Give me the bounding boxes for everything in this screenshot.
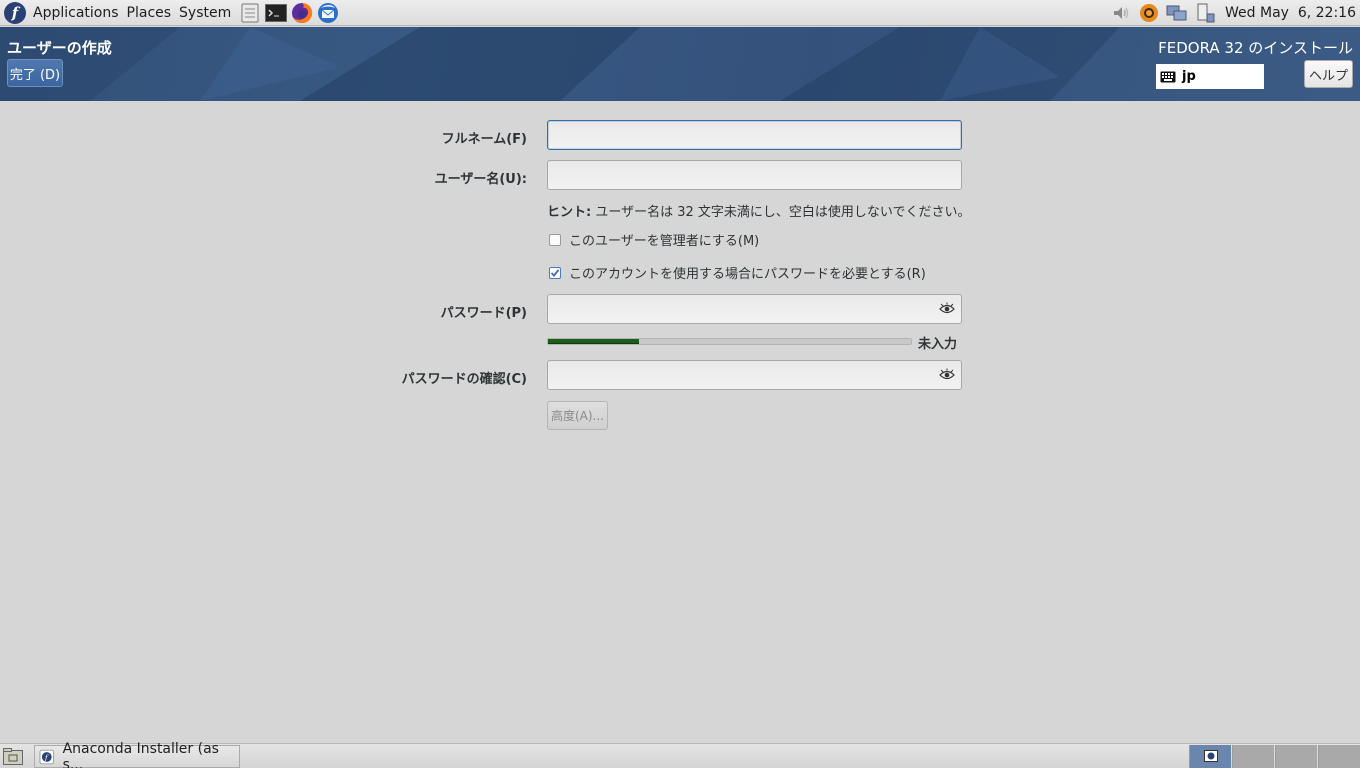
taskbar-anaconda-label: Anaconda Installer (as s... [62,740,219,768]
advanced-button[interactable]: 高度(A)... [547,401,608,430]
power-icon[interactable] [1194,2,1216,24]
checkmark-icon [550,268,560,277]
admin-checkbox[interactable] [549,233,561,246]
product-title: FEDORA 32 のインストール [1158,39,1353,57]
fullname-label: フルネーム(F) [441,132,527,147]
require-password-checkbox[interactable] [549,266,561,279]
keyboard-layout-label: jp [1182,69,1196,84]
username-field[interactable] [547,160,962,190]
password-strength-text: 未入力 [918,337,958,352]
password-label: パスワード(P) [440,306,527,321]
hint-prefix: ヒント: [547,205,592,220]
show-confirm-password-eye-icon[interactable] [939,368,955,382]
menu-places[interactable]: Places [123,0,176,26]
username-input[interactable] [548,161,961,189]
password-strength-fill [548,339,639,344]
workspace-window-icon [1204,750,1218,762]
fullname-field[interactable] [547,120,962,150]
password-field[interactable] [547,294,962,324]
fedora-logo-icon[interactable]: f [4,1,26,24]
help-button[interactable]: ヘルプ [1304,60,1353,88]
anaconda-icon: f [39,749,55,764]
update-notifier-icon[interactable] [1138,2,1160,24]
workspace-4[interactable] [1318,745,1360,768]
show-desktop-icon[interactable] [3,748,23,765]
require-password-checkbox-row[interactable]: このアカウントを使用する場合にパスワードを必要とする(R) [547,263,926,282]
terminal-icon[interactable] [265,2,288,24]
admin-checkbox-label[interactable]: このユーザーを管理者にする(M) [569,230,759,249]
password-input[interactable] [548,295,961,323]
taskbar-anaconda-installer[interactable]: f Anaconda Installer (as s... [34,741,240,768]
network-icon[interactable] [1166,2,1188,24]
admin-checkbox-row[interactable]: このユーザーを管理者にする(M) [547,230,759,249]
confirm-password-input[interactable] [548,361,961,389]
spoke-header: ユーザーの作成 完了 (D) FEDORA 32 のインストール jp ヘルプ [0,27,1360,101]
confirm-password-label: パスワードの確認(C) [401,372,527,387]
workspace-1[interactable] [1189,745,1231,768]
done-button[interactable]: 完了 (D) [7,59,63,87]
system-tray: Wed May 6, 22:16 [1107,0,1360,26]
keyboard-layout-indicator[interactable]: jp [1156,64,1264,89]
confirm-password-field[interactable] [547,360,962,390]
file-manager-icon[interactable] [239,2,261,24]
username-label: ユーザー名(U): [434,172,527,187]
workspace-3[interactable] [1275,745,1317,768]
thunderbird-icon[interactable] [317,2,339,24]
firefox-icon[interactable] [291,2,313,24]
username-hint: ヒント: ユーザー名は 32 文字未満にし、空白は使用しないでください。 [547,201,971,220]
require-password-label[interactable]: このアカウントを使用する場合にパスワードを必要とする(R) [569,263,926,282]
password-strength-meter [547,338,912,345]
fullname-input[interactable] [548,121,961,149]
spoke-title: ユーザーの作成 [7,39,112,57]
workspace-2[interactable] [1232,745,1274,768]
volume-icon[interactable] [1110,2,1132,24]
bottom-panel: f Anaconda Installer (as s... [0,741,1360,768]
hint-text: ユーザー名は 32 文字未満にし、空白は使用しないでください。 [591,205,971,220]
show-password-eye-icon[interactable] [939,302,955,316]
clock[interactable]: Wed May 6, 22:16 [1219,5,1360,21]
menu-applications[interactable]: Applications [29,0,123,26]
top-panel: f Applications Places System Wed May 6, … [0,0,1360,26]
menu-system[interactable]: System [175,0,235,26]
keyboard-icon [1160,71,1176,83]
